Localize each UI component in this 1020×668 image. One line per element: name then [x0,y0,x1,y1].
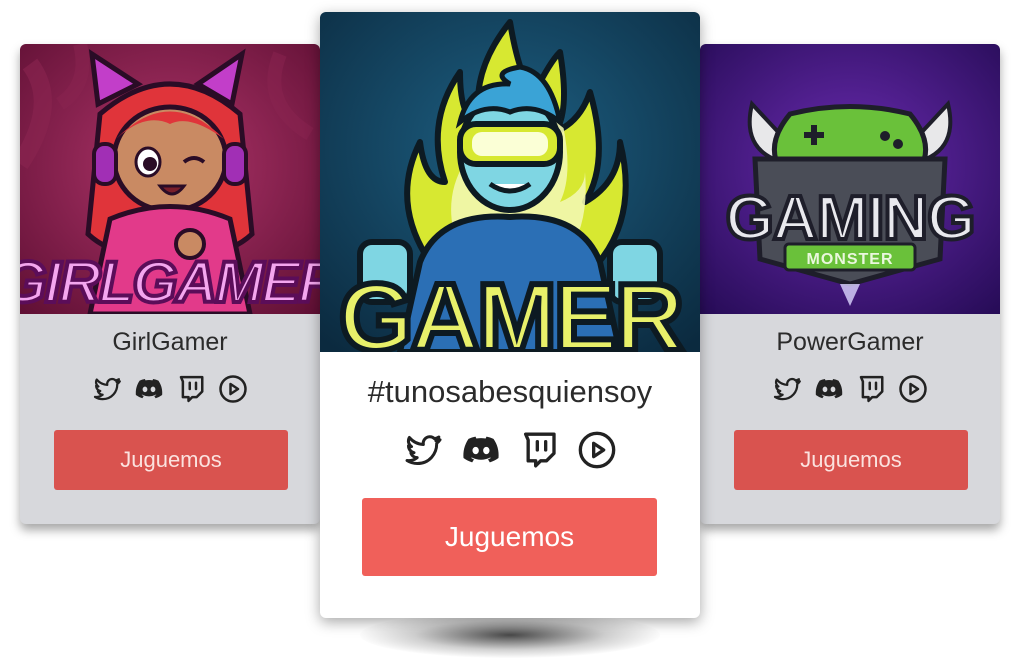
play-button-powergamer[interactable]: Juguemos [734,430,968,490]
twitter-icon[interactable] [772,374,802,404]
discord-icon[interactable] [461,430,501,470]
girlgamer-logo-image: GIRLGAMER [20,44,320,314]
twitch-icon[interactable] [856,374,886,404]
svg-text:GIRLGAMER: GIRLGAMER [20,250,320,314]
profile-card-girlgamer: GIRLGAMER GirlGamer Juguemos [20,44,320,524]
play-icon[interactable] [577,430,617,470]
play-button-girlgamer[interactable]: Juguemos [54,430,288,490]
svg-text:GAMER: GAMER [339,264,683,352]
play-icon[interactable] [898,374,928,404]
twitter-icon[interactable] [92,374,122,404]
gamer-logo-image: GAMER [320,12,700,352]
card-floor-shadow [360,612,660,658]
social-links [320,430,700,470]
card-name-girlgamer: GirlGamer [112,328,228,356]
social-links [700,374,1000,404]
twitter-icon[interactable] [403,430,443,470]
discord-icon[interactable] [134,374,164,404]
twitch-icon[interactable] [176,374,206,404]
play-icon[interactable] [218,374,248,404]
svg-text:MONSTER: MONSTER [807,251,894,268]
gaming-monster-logo-image: GAMING MONSTER [700,44,1000,314]
twitch-icon[interactable] [519,430,559,470]
profile-card-powergamer: GAMING MONSTER PowerGamer Juguemos [700,44,1000,524]
play-button-featured[interactable]: Juguemos [362,498,657,576]
discord-icon[interactable] [814,374,844,404]
card-name-powergamer: PowerGamer [776,328,924,356]
profile-card-featured: GAMER #tunosabesquiensoy Juguemos [320,12,700,618]
card-name-featured: #tunosabesquiensoy [367,374,653,409]
social-links [20,374,320,404]
